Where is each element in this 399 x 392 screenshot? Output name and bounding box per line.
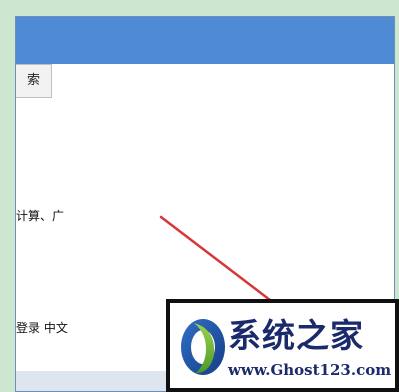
login-chinese-text: 登录 中文 <box>16 321 68 335</box>
watermark-title: 系统之家 <box>228 316 364 355</box>
watermark-logo: 系统之家 www.Ghost123.com <box>166 299 399 392</box>
watermark-url: www.Ghost123.com <box>228 361 392 379</box>
calc-ad-text: 计算、广 <box>16 209 65 223</box>
search-tab-button[interactable]: 索 <box>16 64 52 98</box>
ghost-logo-icon <box>181 319 225 375</box>
title-bar[interactable] <box>16 17 394 64</box>
